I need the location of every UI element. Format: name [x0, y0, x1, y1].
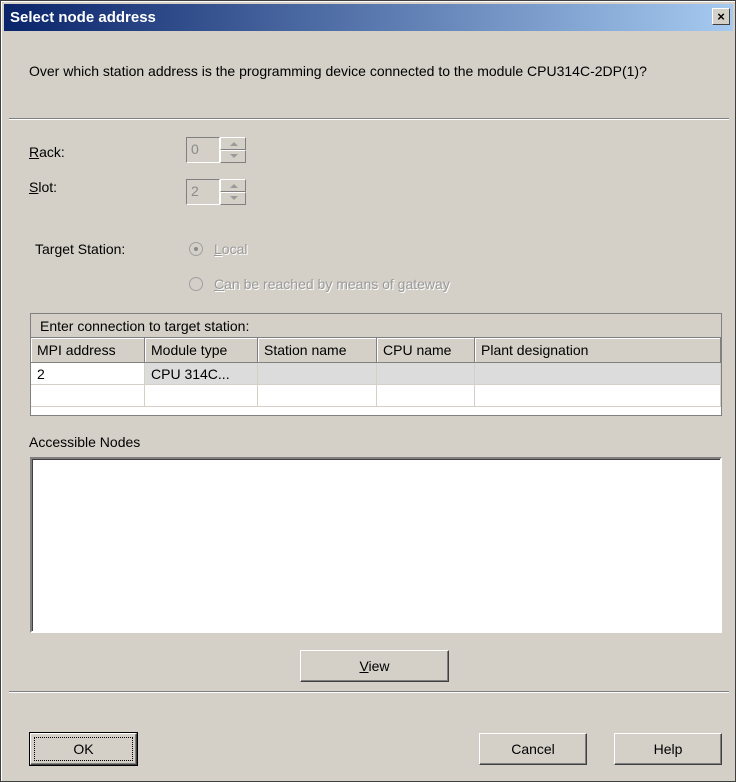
arrow-down-icon — [230, 196, 238, 200]
table-cell-module-type[interactable]: CPU 314C... — [145, 363, 258, 385]
table-row[interactable]: 2 CPU 314C... — [31, 363, 721, 385]
slot-label: Slot: — [29, 179, 58, 195]
col-header-cpu-name[interactable]: CPU name — [377, 338, 475, 363]
table-cell-mpi-address[interactable] — [31, 385, 145, 407]
radio-local-label[interactable]: Local — [214, 241, 247, 257]
rack-up-button[interactable] — [220, 137, 246, 150]
table-cell-plant-designation[interactable] — [475, 363, 721, 385]
title-bar[interactable]: Select node address × — [4, 4, 733, 31]
select-node-address-dialog: Select node address × Over which station… — [0, 0, 736, 782]
table-cell-station-name[interactable] — [258, 385, 377, 407]
ok-button[interactable]: OK — [29, 732, 138, 766]
table-cell-cpu-name[interactable] — [377, 363, 475, 385]
connection-table[interactable]: Enter connection to target station: MPI … — [30, 313, 722, 416]
top-separator — [9, 118, 729, 120]
slot-field[interactable]: 2 — [186, 179, 220, 205]
col-header-module-type[interactable]: Module type — [145, 338, 258, 363]
slot-down-button[interactable] — [220, 192, 246, 205]
help-button[interactable]: Help — [614, 733, 722, 765]
rack-field[interactable]: 0 — [186, 137, 220, 163]
connection-table-caption: Enter connection to target station: — [31, 314, 721, 338]
bottom-separator — [9, 691, 729, 693]
rack-down-button[interactable] — [220, 150, 246, 163]
col-header-plant-designation[interactable]: Plant designation — [475, 338, 721, 363]
focus-rectangle — [34, 737, 133, 761]
col-header-station-name[interactable]: Station name — [258, 338, 377, 363]
table-cell-cpu-name[interactable] — [377, 385, 475, 407]
table-cell-plant-designation[interactable] — [475, 385, 721, 407]
radio-gateway[interactable] — [189, 277, 203, 291]
accessible-nodes-list[interactable] — [30, 457, 722, 633]
slot-up-button[interactable] — [220, 179, 246, 192]
arrow-down-icon — [230, 154, 238, 158]
question-text: Over which station address is the progra… — [29, 63, 647, 79]
rack-spinner[interactable]: 0 — [186, 137, 246, 163]
table-cell-mpi-address[interactable]: 2 — [31, 363, 145, 385]
rack-label: Rack: — [29, 144, 65, 160]
col-header-mpi-address[interactable]: MPI address — [31, 338, 145, 363]
arrow-up-icon — [230, 142, 238, 146]
dialog-title: Select node address — [10, 9, 156, 26]
accessible-nodes-label: Accessible Nodes — [29, 434, 141, 450]
table-cell-station-name[interactable] — [258, 363, 377, 385]
target-station-label: Target Station: — [35, 241, 126, 257]
close-button[interactable]: × — [712, 8, 730, 25]
radio-gateway-label[interactable]: Can be reached by means of gateway — [214, 276, 450, 292]
radio-selected-dot — [194, 247, 198, 251]
table-cell-module-type[interactable] — [145, 385, 258, 407]
table-row[interactable] — [31, 385, 721, 407]
slot-spinner[interactable]: 2 — [186, 179, 246, 205]
cancel-button[interactable]: Cancel — [479, 733, 587, 765]
close-icon: × — [717, 9, 725, 24]
arrow-up-icon — [230, 184, 238, 188]
view-button[interactable]: View — [300, 650, 449, 682]
radio-local[interactable] — [189, 242, 203, 256]
